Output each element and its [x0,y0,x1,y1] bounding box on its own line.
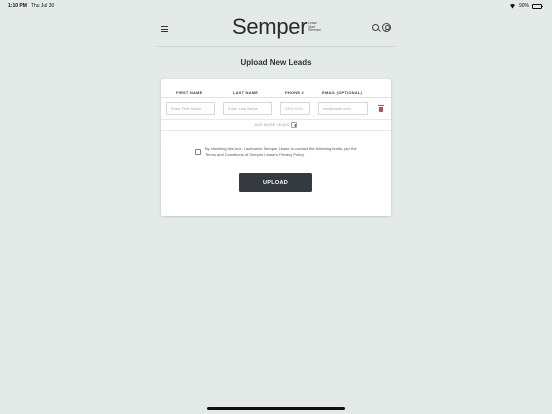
status-right: 90% [509,3,543,9]
column-headers: FIRST NAME LAST NAME PHONE # EMAIL (OPTI… [161,90,391,96]
column-header-first-name: FIRST NAME [176,90,203,95]
wifi-icon [509,4,516,9]
plus-icon [291,122,298,128]
battery-percent: 90% [518,3,529,9]
add-more-leads-button[interactable]: ADD MORE LEADS [161,122,391,128]
consent-section: By checking this box, I authorize Semper… [195,146,365,157]
last-name-input[interactable] [223,102,272,115]
search-icon[interactable] [372,24,379,31]
hamburger-menu-icon[interactable] [161,26,168,32]
column-header-last-name: LAST NAME [233,90,259,95]
home-indicator[interactable] [207,407,345,410]
column-header-email: EMAIL (OPTIONAL) [322,90,363,95]
battery-icon [532,3,543,9]
logo-wordmark: Semper [232,14,308,39]
trash-icon[interactable] [378,105,384,112]
account-circle-icon[interactable] [382,23,391,32]
email-input[interactable] [318,102,368,115]
logo-tagline: Lease Start Renewal [308,21,321,32]
page-title: Upload New Leads [240,58,312,67]
header-divider [161,97,391,98]
status-bar: 1:10 PM Thu Jul 30 90% [0,0,552,12]
phone-input[interactable] [280,102,310,115]
row-divider [161,119,391,120]
column-header-phone: PHONE # [285,90,304,95]
first-name-input[interactable] [166,102,215,115]
app-header: Semper Lease Start Renewal [156,12,396,47]
upload-button[interactable]: UPLOAD [239,173,312,192]
status-date: Thu Jul 30 [30,3,55,9]
consent-checkbox[interactable] [195,149,201,155]
add-more-leads-label: ADD MORE LEADS [254,123,290,127]
consent-text: By checking this box, I authorize Semper… [205,146,357,157]
add-more-divider [161,130,391,131]
status-time: 1:10 PM [8,3,27,9]
semper-logo[interactable]: Semper Lease Start Renewal [232,14,321,43]
upload-leads-card: FIRST NAME LAST NAME PHONE # EMAIL (OPTI… [161,79,391,216]
